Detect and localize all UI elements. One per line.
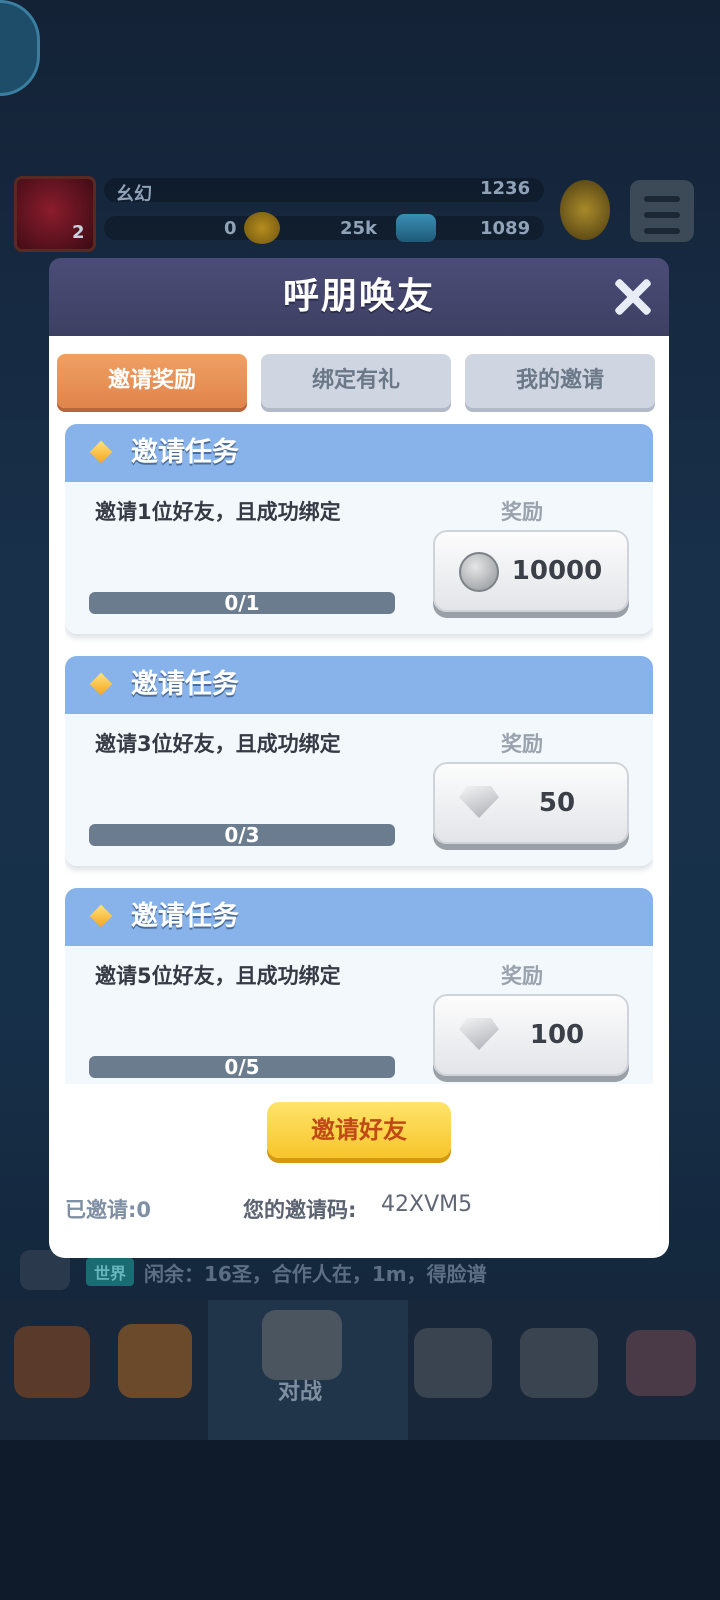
modal-title: 呼朋唤友 [282,276,435,317]
task-title: 邀请任务 [131,901,239,932]
player-level: 2 [72,222,85,243]
whistle-icon[interactable] [414,1328,492,1398]
task-description: 邀请3位好友，且成功绑定 [95,732,341,756]
progress-text: 0/3 [224,823,260,847]
rank-badge-icon[interactable] [560,180,610,240]
gem-count: 1089 [480,218,531,239]
chat-message: 闲余：16圣，合作人在，1m，得脸谱 [144,1262,487,1286]
reward-value: 50 [538,788,576,818]
tab-bind-gifts[interactable]: 绑定有礼 [261,354,451,408]
invite-code-label: 您的邀请码: [243,1198,357,1222]
invite-friends-modal: 呼朋唤友 邀请奖励 绑定有礼 我的邀请 邀请任务 邀请1位好友，且成功绑定 奖励… [49,258,669,1258]
task-description: 邀请1位好友，且成功绑定 [95,500,341,524]
reward-value: 100 [529,1020,585,1050]
gem-icon [396,214,436,242]
trophy-count: 1236 [480,178,531,199]
task-card: 邀请任务 邀请1位好友，且成功绑定 奖励 0/1 10000 [65,424,653,634]
diamond-icon [89,904,113,928]
task-title: 邀请任务 [131,669,239,700]
task-title: 邀请任务 [131,437,239,468]
gem-icon [459,1018,499,1050]
task-card: 邀请任务 邀请5位好友，且成功绑定 奖励 0/5 100 [65,888,653,1084]
progress-text: 0/1 [224,591,260,615]
progress-bar: 0/5 [89,1056,395,1078]
reward-value: 10000 [511,556,603,586]
heart-icon[interactable] [626,1330,696,1396]
progress-text: 0/5 [224,1055,260,1079]
task-card: 邀请任务 邀请3位好友，且成功绑定 奖励 0/3 50 [65,656,653,866]
resource-bar [104,216,544,240]
task-header: 邀请任务 [65,656,653,714]
menu-button[interactable] [630,180,694,242]
task-list[interactable]: 邀请任务 邀请1位好友，且成功绑定 奖励 0/1 10000 邀请任务 邀请3位… [65,424,653,1084]
reward-label: 奖励 [501,500,543,524]
player-name: 幺幻 [116,184,152,205]
task-header: 邀请任务 [65,424,653,482]
tab-invite-rewards[interactable]: 邀请奖励 [57,354,247,408]
close-button[interactable] [609,274,655,320]
coin-count: 25k [340,218,378,239]
bottom-nav [0,1300,720,1440]
letterbox-bottom [0,1440,720,1600]
reward-label: 奖励 [501,732,543,756]
gem-icon [459,786,499,818]
modal-body: 邀请奖励 绑定有礼 我的邀请 邀请任务 邀请1位好友，且成功绑定 奖励 0/1 … [49,336,669,1258]
reward-button[interactable]: 50 [433,762,629,844]
task-description: 邀请5位好友，且成功绑定 [95,964,341,988]
swords-icon[interactable] [262,1310,342,1380]
chat-channel-tag: 世界 [86,1258,135,1286]
tab-my-invites[interactable]: 我的邀请 [465,354,655,408]
treasure-icon[interactable] [118,1324,192,1398]
name-bar [104,178,544,202]
coin-icon [459,552,499,592]
resource-zero: 0 [224,218,237,239]
task-header: 邀请任务 [65,888,653,946]
progress-bar: 0/1 [89,592,395,614]
coin-icon [244,212,280,244]
invite-code[interactable]: 42XVM5 [381,1192,472,1217]
invited-count: 已邀请:0 [65,1198,152,1222]
invite-friends-button[interactable]: 邀请好友 [267,1102,451,1158]
diamond-icon [89,672,113,696]
reward-button[interactable]: 10000 [433,530,629,612]
reward-label: 奖励 [501,964,543,988]
nav-battle-label: 对战 [278,1380,323,1405]
shop-icon[interactable] [14,1326,90,1398]
diamond-icon [89,440,113,464]
progress-bar: 0/3 [89,824,395,846]
planet-icon[interactable] [520,1328,598,1398]
reward-button[interactable]: 100 [433,994,629,1076]
